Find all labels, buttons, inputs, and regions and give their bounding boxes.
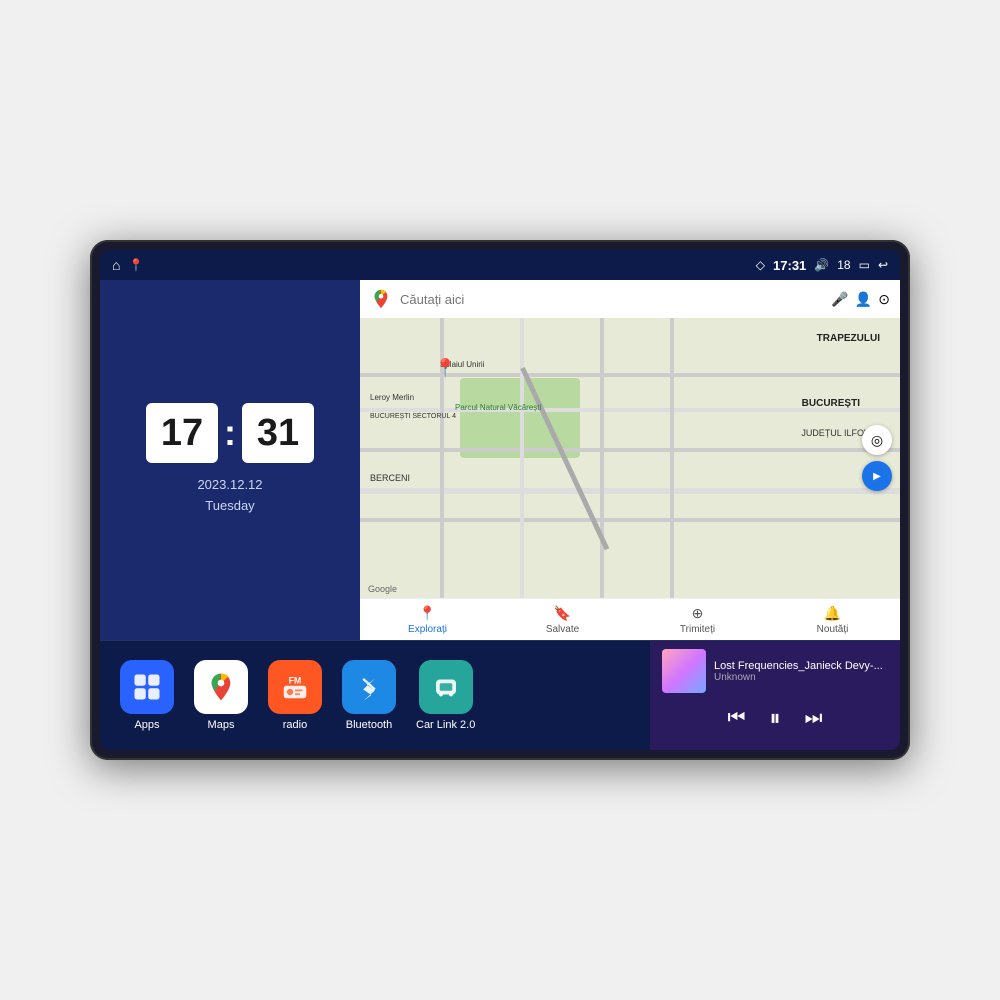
map-label-leroy: Leroy Merlin (370, 393, 414, 402)
location-btn[interactable]: ◎ (862, 425, 892, 455)
map-search-icons: 🎤 👤 ⊙ (831, 291, 890, 308)
account-icon[interactable]: 👤 (855, 291, 872, 308)
svg-text:FM: FM (289, 675, 302, 685)
carlink-icon-box (419, 660, 473, 714)
app-apps[interactable]: Apps (120, 660, 174, 731)
clock-panel: 17 : 31 2023.12.12 Tuesday (100, 280, 360, 640)
bottom-row: Apps Maps (100, 640, 900, 750)
map-search-bar: 🎤 👤 ⊙ (360, 280, 900, 318)
maps-label: Maps (208, 719, 235, 731)
radio-label: radio (283, 719, 307, 731)
top-row: 17 : 31 2023.12.12 Tuesday (100, 280, 900, 640)
map-controls: ◎ ▶ (862, 425, 892, 491)
tab-news-label: Noutăți (817, 624, 849, 635)
layers-icon[interactable]: ⊙ (878, 291, 890, 308)
clock-colon: : (224, 412, 236, 454)
bluetooth-icon-box (342, 660, 396, 714)
apps-grid-icon (132, 672, 162, 702)
apps-area: Apps Maps (100, 641, 650, 750)
map-tab-saved[interactable]: 🔖 Salvate (495, 605, 630, 635)
explore-icon: 📍 (419, 605, 436, 622)
status-right: ◇ 17:31 🔊 18 ▭ ↩ (756, 258, 888, 273)
map-label-bucuresti: BUCUREȘTI (802, 398, 860, 409)
music-info: Lost Frequencies_Janieck Devy-... Unknow… (714, 660, 888, 683)
radio-app-icon: FM (280, 672, 310, 702)
app-radio[interactable]: FM radio (268, 660, 322, 731)
apps-icon-box (120, 660, 174, 714)
map-label-trapezului: TRAPEZULUI (817, 333, 880, 344)
maps-status-icon[interactable]: 📍 (128, 258, 143, 272)
navigate-btn[interactable]: ▶ (862, 461, 892, 491)
status-left: ⌂ 📍 (112, 257, 143, 273)
app-bluetooth[interactable]: Bluetooth (342, 660, 396, 731)
map-tab-share[interactable]: ⊕ Trimiteți (630, 605, 765, 635)
google-watermark: Google (368, 584, 397, 594)
road-v4 (670, 318, 674, 598)
device-screen: ⌂ 📍 ◇ 17:31 🔊 18 ▭ ↩ 17 : (100, 250, 900, 750)
main-content: 17 : 31 2023.12.12 Tuesday (100, 280, 900, 750)
back-icon[interactable]: ↩ (878, 258, 888, 272)
device-frame: ⌂ 📍 ◇ 17:31 🔊 18 ▭ ↩ 17 : (90, 240, 910, 760)
volume-level: 18 (837, 258, 850, 272)
map-background: TRAPEZULUI BUCUREȘTI JUDEȚUL ILFOV BERCE… (360, 318, 900, 598)
road-v3 (600, 318, 604, 598)
maps-icon-box (194, 660, 248, 714)
prev-button[interactable]: ⏮ (727, 707, 745, 730)
map-label-berceni: BERCENI (370, 473, 410, 483)
map-tabs: 📍 Explorați 🔖 Salvate ⊕ Trimiteți 🔔 (360, 598, 900, 640)
app-maps[interactable]: Maps (194, 660, 248, 731)
next-button[interactable]: ⏭ (805, 707, 823, 730)
carlink-label: Car Link 2.0 (416, 719, 475, 731)
radio-icon-box: FM (268, 660, 322, 714)
clock-display: 17 : 31 (146, 403, 314, 463)
app-carlink[interactable]: Car Link 2.0 (416, 660, 475, 731)
road-v2 (520, 318, 524, 598)
location-icon: ◇ (756, 258, 765, 272)
maps-app-icon (205, 671, 237, 703)
carlink-app-icon (431, 672, 461, 702)
music-panel: Lost Frequencies_Janieck Devy-... Unknow… (650, 641, 900, 750)
tab-saved-label: Salvate (546, 624, 579, 635)
map-tab-news[interactable]: 🔔 Noutăți (765, 605, 900, 635)
play-pause-button[interactable]: ⏸ (769, 705, 780, 731)
status-time: 17:31 (773, 258, 806, 273)
apps-label: Apps (134, 719, 159, 731)
battery-icon: ▭ (859, 258, 870, 272)
map-label-parc: Parcul Natural Văcărești (455, 403, 541, 412)
music-title: Lost Frequencies_Janieck Devy-... (714, 660, 888, 672)
map-tab-explore[interactable]: 📍 Explorați (360, 605, 495, 635)
map-label-sector4: BUCUREȘTI SECTORUL 4 (370, 413, 456, 420)
volume-icon: 🔊 (814, 258, 829, 272)
status-bar: ⌂ 📍 ◇ 17:31 🔊 18 ▭ ↩ (100, 250, 900, 280)
bluetooth-app-icon (355, 673, 383, 701)
tab-share-label: Trimiteți (680, 624, 715, 635)
saved-icon: 🔖 (554, 605, 571, 622)
map-area[interactable]: TRAPEZULUI BUCUREȘTI JUDEȚUL ILFOV BERCE… (360, 318, 900, 598)
map-search-input[interactable] (400, 292, 823, 307)
clock-minutes: 31 (242, 403, 314, 463)
bluetooth-label: Bluetooth (346, 719, 392, 731)
music-artist: Unknown (714, 672, 888, 683)
home-icon[interactable]: ⌂ (112, 257, 120, 273)
music-track-row: Lost Frequencies_Janieck Devy-... Unknow… (662, 649, 888, 693)
map-panel: 🎤 👤 ⊙ (360, 280, 900, 640)
map-pin: 📍 (434, 358, 456, 379)
clock-hours: 17 (146, 403, 218, 463)
clock-date: 2023.12.12 Tuesday (197, 475, 262, 517)
share-icon: ⊕ (692, 605, 704, 622)
tab-explore-label: Explorați (408, 624, 447, 635)
map-label-ilfov: JUDEȚUL ILFOV (801, 428, 870, 438)
google-maps-icon (370, 288, 392, 310)
mic-icon[interactable]: 🎤 (831, 291, 848, 308)
music-album-art (662, 649, 706, 693)
music-controls: ⏮ ⏸ ⏭ (662, 705, 888, 731)
news-icon: 🔔 (824, 605, 841, 622)
album-art-gradient (662, 649, 706, 693)
